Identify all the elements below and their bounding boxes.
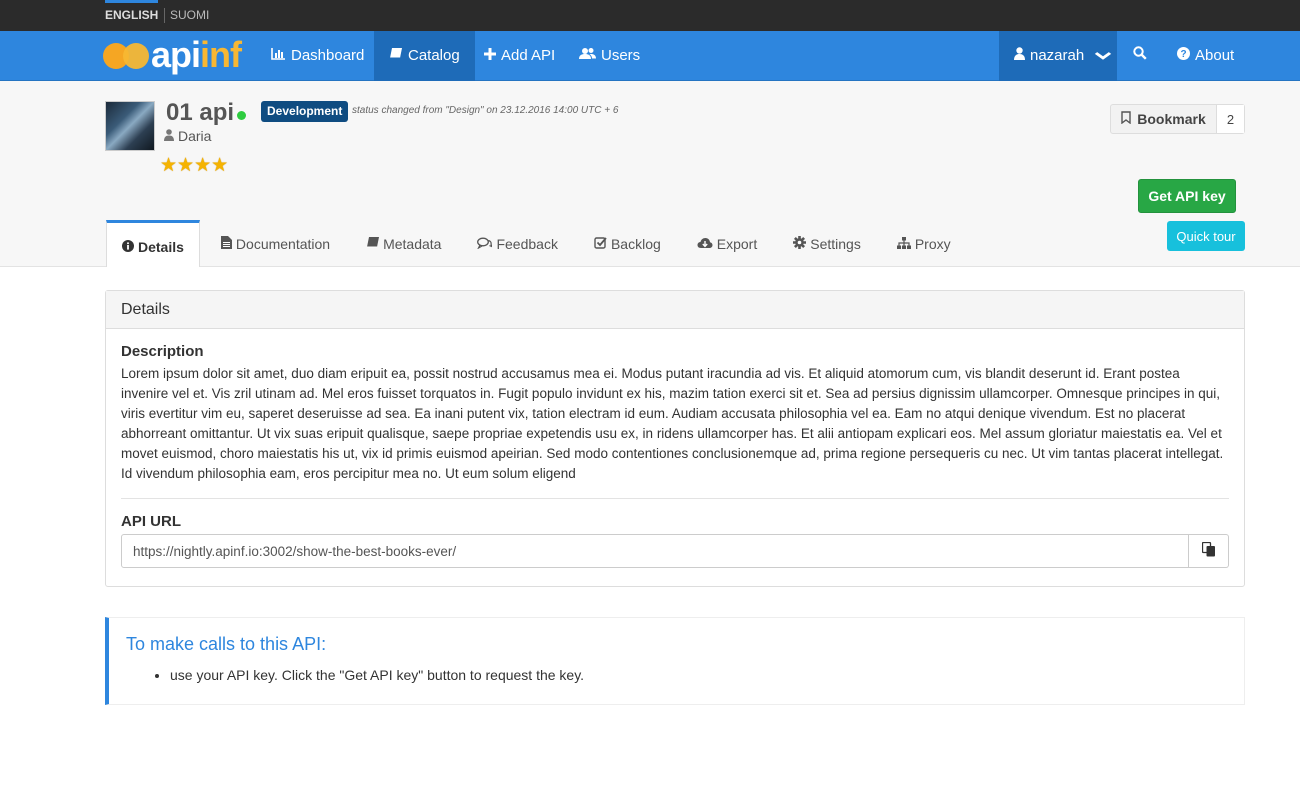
user-icon (164, 128, 174, 144)
api-title: 01 api (166, 99, 235, 126)
section-divider (121, 498, 1229, 499)
api-url-field[interactable] (121, 534, 1189, 568)
bookmark-icon (1121, 111, 1131, 127)
tab-proxy[interactable]: Proxy (882, 220, 966, 267)
search-button[interactable] (1117, 31, 1162, 81)
quick-tour-button[interactable]: Quick tour (1167, 221, 1245, 251)
bookmark-label[interactable]: Bookmark (1111, 105, 1217, 133)
details-panel-body: Description Lorem ipsum dolor sit amet, … (106, 329, 1244, 568)
author-name: Daria (178, 128, 212, 144)
api-tabs: Details Documentation Metadata Feedback … (106, 220, 972, 267)
nav-catalog[interactable]: Catalog (374, 31, 475, 81)
tab-details-label: Details (138, 239, 184, 255)
sitemap-icon (896, 236, 911, 252)
nav-dashboard[interactable]: Dashboard (256, 31, 379, 81)
file-text-icon (220, 235, 232, 252)
cloud-download-icon (697, 236, 713, 252)
language-english[interactable]: ENGLISH (105, 0, 159, 31)
tab-feedback-label: Feedback (496, 235, 558, 252)
list-item: use your API key. Click the "Get API key… (170, 667, 1227, 683)
user-icon (1014, 31, 1025, 81)
api-thumbnail (105, 101, 155, 151)
api-url-heading: API URL (121, 513, 181, 530)
bookmark-text: Bookmark (1137, 111, 1206, 127)
star-icon[interactable]: ★ (160, 156, 177, 176)
check-square-icon (594, 236, 607, 252)
plus-icon (484, 31, 496, 81)
api-usage-callout: To make calls to this API: use your API … (105, 617, 1245, 705)
tab-metadata-label: Metadata (383, 235, 442, 252)
lifecycle-badge: Development (261, 101, 349, 122)
details-panel-title: Details (106, 291, 1244, 329)
tab-settings-label: Settings (810, 235, 861, 252)
nav-add-api-label: Add API (501, 47, 556, 64)
nav-users-label: Users (601, 47, 641, 64)
logo-text: apiinf (151, 34, 242, 75)
star-rating[interactable]: ★ ★ ★ ★ (160, 156, 228, 176)
chevron-down-icon (1095, 31, 1112, 81)
tab-export-label: Export (716, 235, 758, 252)
nav-dashboard-label: Dashboard (291, 47, 365, 64)
online-status-dot (237, 111, 246, 120)
tab-documentation[interactable]: Documentation (206, 220, 345, 267)
tab-metadata[interactable]: Metadata (351, 220, 456, 267)
tab-backlog[interactable]: Backlog (579, 220, 676, 267)
user-menu-toggle[interactable]: nazarah (999, 31, 1117, 81)
tab-details[interactable]: Details (106, 220, 200, 267)
main-navbar: apiinf Dashboard Catalog Add API Users n… (0, 31, 1300, 81)
star-icon[interactable]: ★ (211, 156, 228, 176)
description-heading: Description (121, 343, 204, 360)
star-icon[interactable]: ★ (194, 156, 211, 176)
nav-about-label: About (1195, 47, 1235, 64)
api-header: 01 api Development status changed from "… (0, 81, 1300, 267)
lifecycle-status-note: status changed from "Design" on 23.12.20… (352, 105, 619, 116)
details-panel: Details Description Lorem ipsum dolor si… (105, 290, 1245, 587)
search-icon (1132, 31, 1147, 81)
bookmark-count: 2 (1217, 105, 1244, 133)
copy-icon (1201, 541, 1216, 560)
language-bar: ENGLISH SUOMI (0, 0, 1300, 31)
language-finnish[interactable]: SUOMI (170, 0, 209, 31)
get-api-key-button[interactable]: Get API key (1138, 179, 1236, 213)
book-icon (366, 236, 380, 252)
question-circle-icon: ? (1177, 31, 1190, 81)
callout-title: To make calls to this API: (126, 634, 327, 654)
user-name: nazarah (1030, 47, 1085, 64)
tab-backlog-label: Backlog (610, 235, 661, 252)
tab-settings[interactable]: Settings (778, 220, 876, 267)
bar-chart-icon (271, 31, 286, 81)
users-icon (579, 31, 596, 81)
apinf-logo[interactable]: apiinf (103, 34, 243, 75)
star-icon[interactable]: ★ (177, 156, 194, 176)
comments-icon (477, 236, 494, 252)
logo-circle-2 (123, 43, 149, 69)
gear-icon (793, 235, 807, 252)
tab-proxy-label: Proxy (914, 235, 951, 252)
api-author: Daria (164, 128, 211, 144)
nav-users[interactable]: Users (564, 31, 655, 81)
tab-documentation-label: Documentation (235, 235, 331, 252)
description-text: Lorem ipsum dolor sit amet, duo diam eri… (121, 366, 1224, 481)
callout-list: use your API key. Click the "Get API key… (170, 667, 1227, 683)
book-icon (389, 31, 403, 81)
language-divider (164, 8, 165, 23)
nav-add-api[interactable]: Add API (469, 31, 570, 81)
tab-feedback[interactable]: Feedback (462, 220, 572, 267)
bookmark-button[interactable]: Bookmark 2 (1110, 104, 1245, 134)
copy-url-button[interactable] (1189, 534, 1229, 568)
tab-export[interactable]: Export (682, 220, 772, 267)
info-circle-icon (122, 239, 134, 255)
nav-about[interactable]: ? About (1162, 31, 1249, 81)
svg-text:?: ? (1180, 49, 1186, 60)
api-url-group (121, 534, 1229, 568)
nav-catalog-label: Catalog (408, 47, 460, 64)
